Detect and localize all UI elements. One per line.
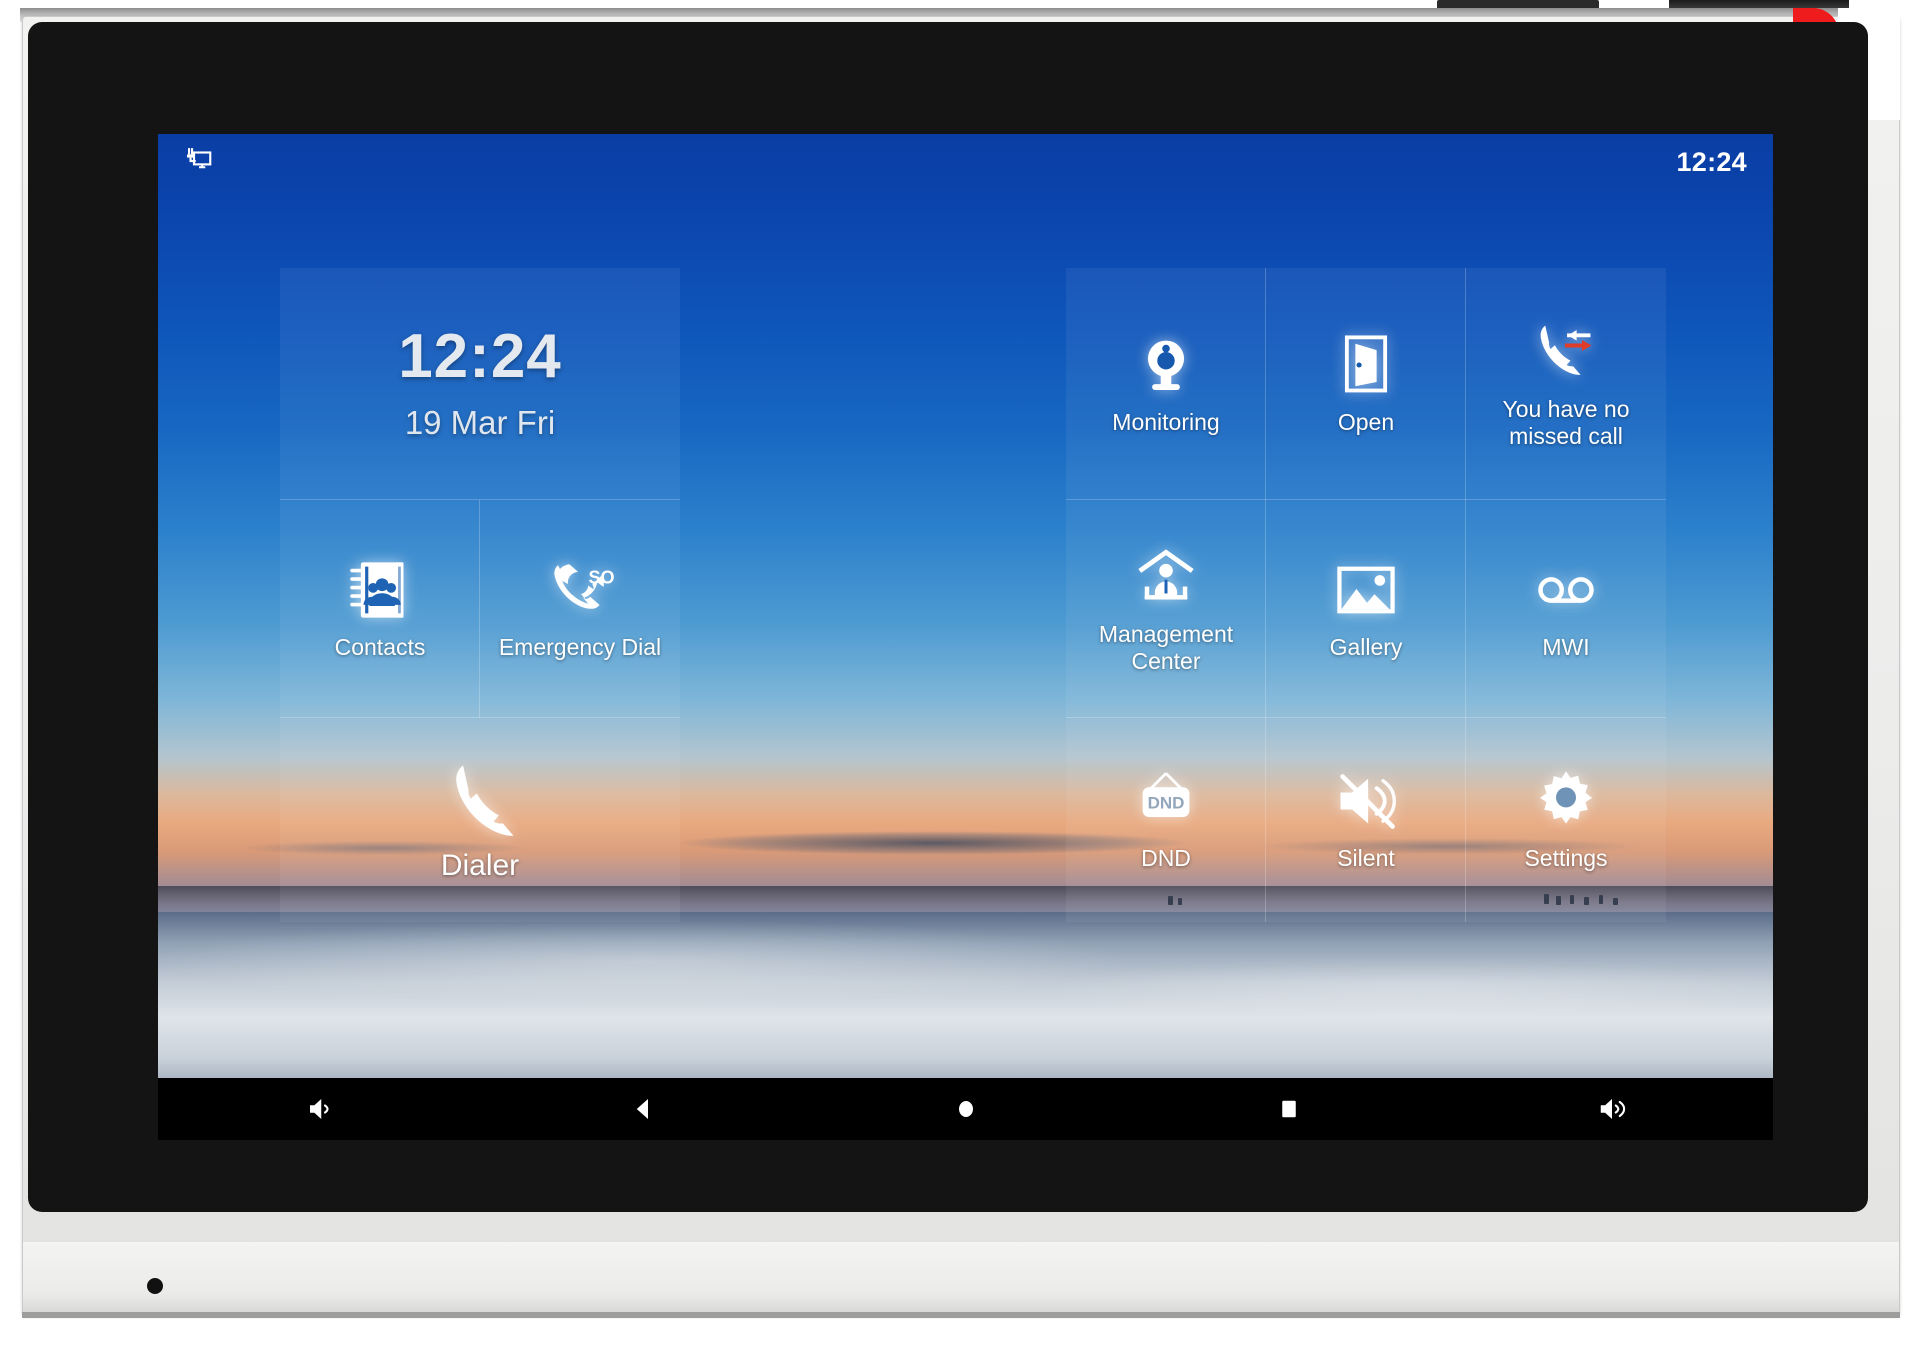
tile-dialer[interactable]: Dialer bbox=[280, 718, 680, 922]
tile-label: MWI bbox=[1542, 634, 1590, 661]
device-shell: 12:24 12:24 19 Mar Fri Contacts SO Emerg… bbox=[0, 0, 1929, 1369]
tile-label: DND bbox=[1141, 845, 1191, 872]
tile-label: Open bbox=[1337, 409, 1395, 436]
gear-icon bbox=[1532, 767, 1600, 835]
sos-phone-icon: SOS bbox=[546, 556, 614, 624]
tile-silent[interactable]: Silent bbox=[1266, 718, 1466, 922]
clock-widget[interactable]: 12:24 19 Mar Fri bbox=[280, 268, 680, 500]
tile-label: Silent bbox=[1337, 845, 1395, 872]
status-bar-clock: 12:24 bbox=[1676, 146, 1747, 177]
status-bar: 12:24 bbox=[158, 134, 1773, 190]
tile-dnd[interactable]: DND DND bbox=[1066, 718, 1266, 922]
tile-missed-call[interactable]: You have no missed call bbox=[1466, 268, 1666, 500]
tile-monitoring[interactable]: Monitoring bbox=[1066, 268, 1266, 500]
dnd-sign-icon: DND bbox=[1132, 767, 1200, 835]
circle-icon bbox=[958, 1101, 973, 1117]
network-monitor-icon bbox=[184, 145, 214, 180]
svg-text:DND: DND bbox=[1148, 794, 1185, 813]
square-icon bbox=[1281, 1100, 1296, 1118]
camera-icon bbox=[1132, 331, 1200, 399]
device-bottom-edge bbox=[22, 1312, 1900, 1318]
frozen-lake-foreground bbox=[158, 912, 1773, 1078]
tile-open[interactable]: Open bbox=[1266, 268, 1466, 500]
right-tile-panel: Monitoring Open You have no missed call … bbox=[1066, 268, 1666, 922]
android-navigation-bar bbox=[158, 1078, 1773, 1140]
tile-mwi[interactable]: MWI bbox=[1466, 500, 1666, 718]
tile-settings[interactable]: Settings bbox=[1466, 718, 1666, 922]
microphone-hole bbox=[147, 1278, 163, 1294]
clock-date: 19 Mar Fri bbox=[404, 404, 556, 441]
left-tile-panel: 12:24 19 Mar Fri Contacts SO Emergency D… bbox=[280, 268, 680, 922]
house-person-icon bbox=[1132, 543, 1200, 611]
speaker-mute-icon bbox=[1332, 767, 1400, 835]
back-button[interactable] bbox=[598, 1078, 688, 1140]
tile-management-center[interactable]: Management Center bbox=[1066, 500, 1266, 718]
speaker-high-icon bbox=[1600, 1099, 1625, 1119]
triangle-left-icon bbox=[636, 1099, 648, 1119]
tile-label: You have no missed call bbox=[1502, 395, 1630, 449]
tile-label: Settings bbox=[1524, 845, 1608, 872]
clock-time: 12:24 bbox=[398, 322, 562, 391]
svg-text:SOS: SOS bbox=[589, 568, 615, 588]
tile-emergency-dial[interactable]: SOS Emergency Dial bbox=[480, 500, 680, 718]
open-door-icon bbox=[1332, 331, 1400, 399]
tile-label: Monitoring bbox=[1112, 409, 1220, 436]
tile-label: Gallery bbox=[1329, 634, 1403, 661]
tile-label: Emergency Dial bbox=[498, 634, 662, 661]
recents-button[interactable] bbox=[1244, 1078, 1334, 1140]
missed-call-icon bbox=[1532, 318, 1600, 386]
volume-up-button[interactable] bbox=[1567, 1078, 1657, 1140]
tile-label: Contacts bbox=[334, 634, 426, 661]
tile-gallery[interactable]: Gallery bbox=[1266, 500, 1466, 718]
volume-down-button[interactable] bbox=[275, 1078, 365, 1140]
picture-icon bbox=[1332, 556, 1400, 624]
phone-handset-icon bbox=[439, 756, 521, 838]
tile-contacts[interactable]: Contacts bbox=[280, 500, 480, 718]
address-book-icon bbox=[346, 556, 414, 624]
tile-label: Management Center bbox=[1098, 620, 1234, 674]
speaker-low-icon bbox=[309, 1099, 329, 1119]
status-bar-left bbox=[184, 145, 214, 180]
device-bottom-bezel bbox=[22, 1242, 1900, 1316]
touchscreen[interactable]: 12:24 12:24 19 Mar Fri Contacts SO Emerg… bbox=[158, 134, 1773, 1140]
tile-label: Dialer bbox=[440, 849, 520, 883]
voicemail-icon bbox=[1532, 556, 1600, 624]
home-button[interactable] bbox=[921, 1078, 1011, 1140]
